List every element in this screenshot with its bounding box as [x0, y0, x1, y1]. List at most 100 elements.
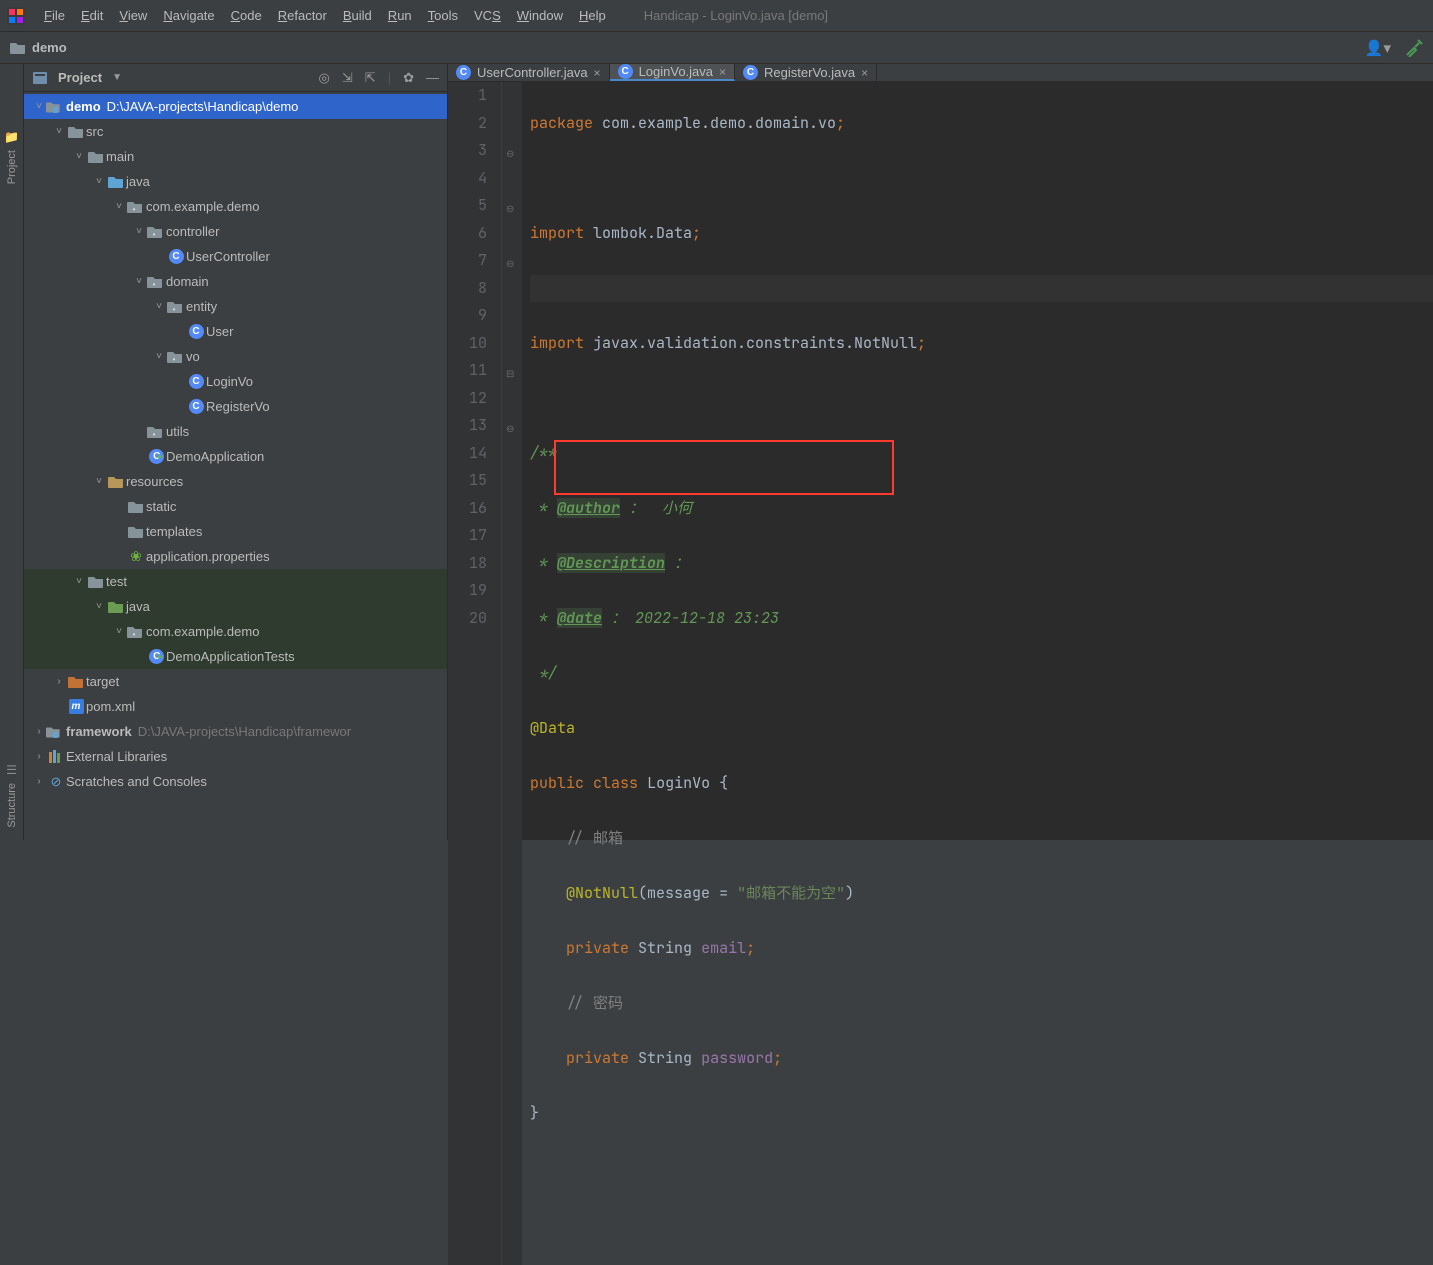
fold-marker[interactable]: ⊖: [506, 195, 514, 223]
tree-label: src: [86, 124, 103, 139]
expander-icon[interactable]: ˅: [132, 226, 146, 237]
fold-marker[interactable]: ⊖: [506, 140, 514, 168]
expander-icon[interactable]: ˅: [152, 301, 166, 312]
menu-code[interactable]: Code: [223, 4, 270, 27]
menu-edit[interactable]: Edit: [73, 4, 111, 27]
tab-label: RegisterVo.java: [764, 65, 855, 80]
expand-all-icon[interactable]: ⇲: [342, 70, 353, 86]
editor-tab[interactable]: CRegisterVo.java×: [735, 64, 877, 81]
javadoc: *: [530, 553, 557, 573]
menu-VCs[interactable]: VCS: [466, 4, 509, 27]
class-name: LoginVo: [647, 773, 710, 793]
expander-icon[interactable]: ›: [32, 726, 46, 737]
project-view-selector[interactable]: Project: [52, 68, 108, 87]
tree-row[interactable]: ❀application.properties: [24, 544, 447, 569]
tree-row[interactable]: ˅•entity: [24, 294, 447, 319]
tree-label: com.example.demo: [146, 199, 259, 214]
tree-row[interactable]: ˅resources: [24, 469, 447, 494]
menu-build[interactable]: Build: [335, 4, 380, 27]
expander-icon[interactable]: ˅: [72, 576, 86, 587]
expander-icon[interactable]: ˅: [72, 151, 86, 162]
tree-row[interactable]: ˅•com.example.demo: [24, 619, 447, 644]
menu-navigate[interactable]: Navigate: [155, 4, 222, 27]
project-tool-label[interactable]: Project: [6, 150, 18, 184]
settings-icon[interactable]: ✿: [403, 70, 414, 86]
expander-icon[interactable]: ˅: [112, 201, 126, 212]
menu-file[interactable]: File: [36, 4, 73, 27]
build-icon[interactable]: [1405, 39, 1423, 57]
expander-icon[interactable]: ˅: [32, 101, 46, 112]
expander-icon[interactable]: ˅: [112, 626, 126, 637]
menu-refactor[interactable]: Refactor: [270, 4, 335, 27]
field: email: [701, 938, 746, 958]
tree-row[interactable]: ˅•com.example.demo: [24, 194, 447, 219]
tree-row[interactable]: ˅demoD:\JAVA-projects\Handicap\demo: [24, 94, 447, 119]
tree-row[interactable]: ›⊘Scratches and Consoles: [24, 769, 447, 794]
fold-marker[interactable]: ⊟: [506, 360, 514, 388]
chevron-down-icon[interactable]: ▼: [112, 72, 122, 83]
expander-icon[interactable]: ›: [52, 676, 66, 687]
menu-view[interactable]: View: [111, 4, 155, 27]
expander-icon[interactable]: ˅: [52, 126, 66, 137]
brace: {: [710, 773, 728, 793]
expander-icon[interactable]: ˅: [152, 351, 166, 362]
editor-tab[interactable]: CUserController.java×: [448, 64, 610, 81]
expander-icon[interactable]: ˅: [92, 601, 106, 612]
class-icon: C: [618, 64, 633, 79]
close-icon[interactable]: ×: [719, 65, 726, 79]
tree-row[interactable]: ˅main: [24, 144, 447, 169]
fold-marker[interactable]: ⊖: [506, 415, 514, 443]
tree-row[interactable]: CLoginVo: [24, 369, 447, 394]
expander-icon[interactable]: ›: [32, 751, 46, 762]
structure-tool-label[interactable]: Structure: [6, 783, 18, 828]
fold-marker[interactable]: ⊖: [506, 250, 514, 278]
breadcrumb-project[interactable]: demo: [32, 40, 67, 55]
expander-icon[interactable]: ˅: [92, 176, 106, 187]
expander-icon[interactable]: ›: [32, 776, 46, 787]
line-number: 5: [448, 192, 487, 220]
tree-row[interactable]: •utils: [24, 419, 447, 444]
menu-window[interactable]: Window: [509, 4, 571, 27]
tree-row[interactable]: ˅java: [24, 594, 447, 619]
hide-icon[interactable]: —: [426, 70, 439, 85]
tree-row[interactable]: C▸DemoApplication: [24, 444, 447, 469]
tree-row[interactable]: ›frameworkD:\JAVA-projects\Handicap\fram…: [24, 719, 447, 744]
editor-body[interactable]: 1234567891011121314151617181920 ⊖ ⊖ ⊖ ⊟ …: [448, 82, 1433, 1265]
tree-row[interactable]: ˅•controller: [24, 219, 447, 244]
package-icon: •: [126, 625, 146, 639]
tree-hint: D:\JAVA-projects\Handicap\framewor: [138, 724, 351, 739]
close-icon[interactable]: ×: [594, 66, 601, 80]
project-tool-icon[interactable]: 📁: [4, 130, 19, 144]
locate-icon[interactable]: ◎: [319, 70, 330, 86]
tree-label: Scratches and Consoles: [66, 774, 207, 789]
tree-row[interactable]: mpom.xml: [24, 694, 447, 719]
package-icon: •: [126, 200, 146, 214]
tree-row[interactable]: CUserController: [24, 244, 447, 269]
tree-row[interactable]: CUser: [24, 319, 447, 344]
close-icon[interactable]: ×: [861, 66, 868, 80]
expander-icon[interactable]: ˅: [92, 476, 106, 487]
code-content[interactable]: package com.example.demo.domain.vo; impo…: [522, 82, 1433, 1265]
tree-row[interactable]: CRegisterVo: [24, 394, 447, 419]
structure-tool-icon[interactable]: ☰: [6, 763, 17, 777]
tree-row[interactable]: ˅•vo: [24, 344, 447, 369]
menu-help[interactable]: Help: [571, 4, 614, 27]
expander-icon[interactable]: ˅: [132, 276, 146, 287]
menu-run[interactable]: Run: [380, 4, 420, 27]
tree-row[interactable]: ›target: [24, 669, 447, 694]
tree-row[interactable]: ˅ src: [24, 119, 447, 144]
menu-tools[interactable]: Tools: [420, 4, 466, 27]
tree-row[interactable]: ˅test: [24, 569, 447, 594]
tab-label: UserController.java: [477, 65, 588, 80]
tree-row[interactable]: ˅•domain: [24, 269, 447, 294]
tree-row[interactable]: C▸DemoApplicationTests: [24, 644, 447, 669]
user-icon[interactable]: 👤▾: [1365, 39, 1391, 57]
tree-row[interactable]: ›External Libraries: [24, 744, 447, 769]
editor-tab-bar: CUserController.java×CLoginVo.java×CRegi…: [448, 64, 1433, 82]
editor-tab[interactable]: CLoginVo.java×: [610, 64, 735, 81]
collapse-all-icon[interactable]: ⇱: [365, 70, 376, 86]
tree-row[interactable]: static: [24, 494, 447, 519]
tree-row[interactable]: ˅java: [24, 169, 447, 194]
tree-row[interactable]: templates: [24, 519, 447, 544]
project-tree[interactable]: ˅demoD:\JAVA-projects\Handicap\demo˅src˅…: [24, 92, 447, 840]
